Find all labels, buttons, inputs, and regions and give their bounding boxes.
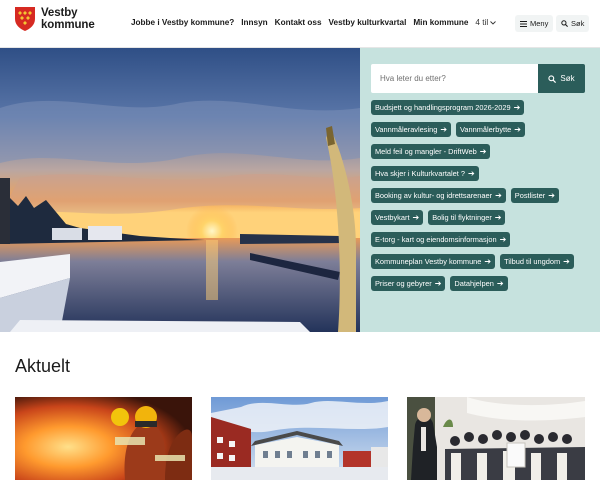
- arrow-right-icon: ➔: [434, 279, 442, 288]
- search-icon: [561, 20, 568, 27]
- quick-link-priser-gebyrer[interactable]: Priser og gebyrer ➔: [371, 276, 446, 291]
- news-card-image[interactable]: [407, 397, 585, 480]
- quick-link-vannmaleravlesing[interactable]: Vannmåleravlesing ➔: [371, 122, 452, 137]
- quick-link-bolig-flyktninger[interactable]: Bolig til flyktninger ➔: [428, 210, 506, 225]
- quick-link-label: Booking av kultur- og idrettsarenaer: [375, 191, 493, 200]
- search-icon: [548, 74, 557, 83]
- quick-link-label: Tilbud til ungdom: [504, 257, 561, 266]
- brand-name-line2: kommune: [41, 19, 95, 31]
- quick-link-budsjett[interactable]: Budsjett og handlingsprogram 2026-2029 ➔: [371, 100, 525, 115]
- arrow-right-icon: ➔: [495, 191, 502, 200]
- nav-item-innsyn[interactable]: Innsyn: [241, 18, 267, 27]
- news-card-image[interactable]: [15, 397, 192, 480]
- coat-of-arms-icon: [15, 7, 35, 31]
- quick-link-label: Budsjett og handlingsprogram 2026-2029: [375, 103, 511, 112]
- quick-link-label: Hva skjer i Kulturkvartalet ?: [375, 169, 465, 178]
- arrow-right-icon: ➔: [467, 169, 475, 178]
- arrow-right-icon: ➔: [484, 257, 492, 266]
- header-search-label: Søk: [571, 19, 585, 28]
- menu-button-label: Meny: [530, 19, 549, 28]
- quick-link-booking[interactable]: Booking av kultur- og idrettsarenaer ➔: [371, 188, 506, 203]
- search-bar: Søk: [371, 64, 585, 93]
- header-search-button[interactable]: Søk: [556, 15, 590, 32]
- search-input[interactable]: [371, 64, 538, 93]
- quick-link-kulturkvartalet[interactable]: Hva skjer i Kulturkvartalet ? ➔: [371, 166, 479, 181]
- hero-image: [0, 48, 360, 332]
- quick-link-label: Priser og gebyrer: [375, 279, 432, 288]
- brand-name-line1: Vestby: [41, 7, 78, 19]
- news-card-image[interactable]: [211, 397, 388, 480]
- brand-name: Vestby kommune: [41, 7, 95, 31]
- arrow-right-icon: ➔: [479, 147, 487, 156]
- nav-more-label: 4 til: [475, 18, 489, 27]
- quick-link-vannmalerbytte[interactable]: Vannmålerbytte ➔: [456, 122, 525, 137]
- menu-icon: [520, 20, 527, 27]
- menu-button[interactable]: Meny: [515, 15, 554, 32]
- nav-item-jobbe[interactable]: Jobbe i Vestby kommune?: [131, 18, 234, 27]
- quick-link-label: Vannmålerbytte: [460, 125, 512, 134]
- quick-link-label: Datahjelpen: [454, 279, 494, 288]
- nav-item-min-kommune[interactable]: Min kommune: [413, 18, 468, 27]
- arrow-right-icon: ➔: [494, 213, 502, 222]
- quick-links-list: Budsjett og handlingsprogram 2026-2029 ➔ …: [371, 100, 595, 291]
- quick-link-label: Meld feil og mangler - DriftWeb: [375, 147, 477, 156]
- nav-item-kontakt[interactable]: Kontakt oss: [275, 18, 322, 27]
- arrow-right-icon: ➔: [499, 235, 507, 244]
- main-nav: Jobbe i Vestby kommune? Innsyn Kontakt o…: [131, 18, 496, 27]
- nav-more-button[interactable]: 4 til: [475, 18, 496, 27]
- quick-link-etorg[interactable]: E-torg - kart og eiendomsinformasjon ➔: [371, 232, 511, 247]
- site-header: Vestby kommune Jobbe i Vestby kommune? I…: [0, 0, 600, 48]
- arrow-right-icon: ➔: [563, 257, 570, 266]
- quick-link-vestbykart[interactable]: Vestbykart ➔: [371, 210, 424, 225]
- arrow-right-icon: ➔: [496, 279, 504, 288]
- quick-link-tilbud-ungdom[interactable]: Tilbud til ungdom ➔: [500, 254, 574, 269]
- quick-link-label: Postlister: [514, 191, 546, 200]
- chevron-down-icon: [490, 20, 496, 25]
- nav-item-kulturkvartal[interactable]: Vestby kulturkvartal: [329, 18, 407, 27]
- arrow-right-icon: ➔: [440, 125, 448, 134]
- quick-link-datahjelpen[interactable]: Datahjelpen ➔: [450, 276, 508, 291]
- logo[interactable]: Vestby kommune: [14, 6, 95, 32]
- arrow-right-icon: ➔: [513, 103, 521, 112]
- quick-link-label: Kommuneplan Vestby kommune: [375, 257, 482, 266]
- quick-link-label: Vannmåleravlesing: [375, 125, 438, 134]
- arrow-right-icon: ➔: [514, 125, 521, 134]
- quick-link-driftweb[interactable]: Meld feil og mangler - DriftWeb ➔: [371, 144, 491, 159]
- quick-link-label: Vestbykart: [375, 213, 410, 222]
- quick-link-label: Bolig til flyktninger: [432, 213, 492, 222]
- search-button[interactable]: Søk: [538, 64, 585, 93]
- quick-link-kommuneplan[interactable]: Kommuneplan Vestby kommune ➔: [371, 254, 496, 269]
- quick-link-label: E-torg - kart og eiendomsinformasjon: [375, 235, 497, 244]
- search-button-label: Søk: [560, 74, 575, 83]
- section-title: Aktuelt: [15, 356, 71, 376]
- arrow-right-icon: ➔: [548, 191, 555, 200]
- quick-links-panel: Søk Budsjett og handlingsprogram 2026-20…: [360, 48, 600, 332]
- arrow-right-icon: ➔: [412, 213, 420, 222]
- quick-link-postlister[interactable]: Postlister ➔: [510, 188, 559, 203]
